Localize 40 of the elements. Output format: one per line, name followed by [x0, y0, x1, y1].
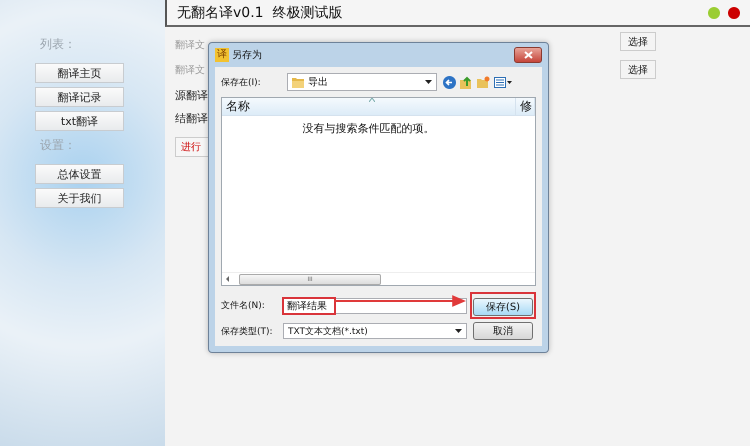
close-button[interactable] — [514, 47, 542, 63]
back-icon[interactable] — [443, 76, 456, 88]
location-dropdown[interactable]: 导出 — [287, 73, 437, 91]
cancel-button[interactable]: 取消 — [473, 322, 533, 340]
up-folder-icon[interactable] — [460, 76, 473, 88]
sidebar-button[interactable]: 总体设置 — [35, 164, 124, 184]
column-header[interactable]: 名称 — [222, 98, 516, 115]
sort-icon — [368, 98, 374, 102]
section-label: 设置： — [40, 137, 77, 154]
save-button[interactable]: 保存(S) — [473, 298, 533, 316]
sidebar-button[interactable]: 关于我们 — [35, 188, 124, 208]
sidebar-button[interactable]: 翻译主页 — [35, 63, 124, 83]
field-label: 源翻译 — [175, 88, 208, 104]
sidebar-button[interactable]: 翻译记录 — [35, 87, 124, 107]
app-icon: 译 — [215, 48, 229, 62]
close-icon — [524, 51, 532, 59]
field-label: 翻译文 — [175, 38, 205, 53]
filetype-label: 保存类型(T): — [221, 326, 274, 338]
scroll-left-icon[interactable] — [225, 276, 231, 282]
filename-field[interactable]: 翻译结果 — [282, 296, 336, 314]
folder-icon — [292, 76, 304, 88]
dialog-title: 另存为 — [232, 48, 263, 62]
choose-button[interactable]: 选择 — [620, 60, 656, 79]
section-label: 列表： — [40, 36, 77, 53]
app-title: 无翻名译v0.1 终极测试版 — [177, 4, 344, 22]
dropdown-caret-icon[interactable] — [425, 80, 432, 84]
window-control-dot[interactable] — [728, 6, 740, 18]
view-menu-icon[interactable] — [494, 76, 512, 88]
location-label: 保存在(I): — [221, 76, 262, 88]
empty-message: 没有与搜索条件匹配的项。 — [302, 121, 436, 137]
field-label: 翻译文 — [175, 64, 205, 78]
sidebar-button[interactable]: txt翻译 — [35, 111, 124, 131]
dropdown-caret-icon[interactable] — [455, 329, 462, 333]
filetype-dropdown[interactable]: TXT文本文档(*.txt) — [283, 323, 467, 339]
window-control-dot[interactable] — [708, 6, 720, 18]
start-button[interactable]: 进行 — [175, 137, 208, 157]
choose-button[interactable]: 选择 — [620, 32, 656, 51]
filename-label: 文件名(N): — [221, 300, 266, 312]
column-header[interactable]: 修 — [516, 98, 535, 115]
field-label: 结翻译 — [175, 111, 208, 127]
